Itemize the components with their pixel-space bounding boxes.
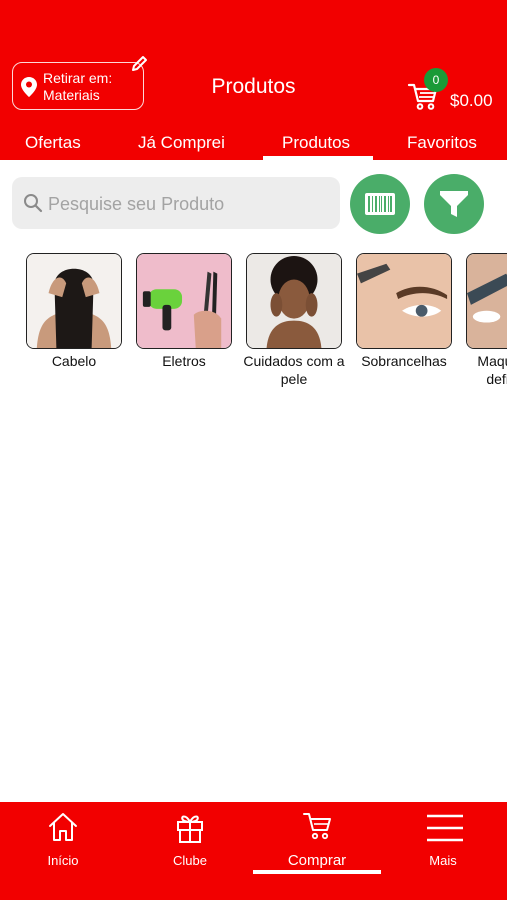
nav-label: Clube: [173, 853, 207, 868]
category-label: Cabelo: [51, 353, 97, 369]
category-label: Sobrancelhas: [361, 353, 447, 369]
hair-photo-icon: [27, 254, 121, 348]
active-tab-indicator: [263, 156, 373, 160]
nav-inicio[interactable]: Início: [3, 802, 123, 900]
nav-comprar[interactable]: Comprar: [257, 802, 377, 900]
skincare-photo-icon: [247, 254, 341, 348]
tab-ja-comprei[interactable]: Já Comprei: [138, 133, 225, 153]
header-bar: Retirar em: Materiais Produtos 0 $0.00 O…: [0, 0, 507, 160]
tab-produtos[interactable]: Produtos: [282, 133, 350, 153]
category-image-cabelo: [26, 253, 122, 349]
nav-mais[interactable]: Mais: [383, 802, 503, 900]
tab-bar: Ofertas Já Comprei Produtos Favoritos: [0, 128, 507, 160]
cart-icon: [303, 813, 331, 840]
nav-clube[interactable]: Clube: [130, 802, 250, 900]
barcode-scan-button[interactable]: [350, 174, 410, 234]
tab-ofertas[interactable]: Ofertas: [25, 133, 81, 153]
cart-total[interactable]: $0.00: [450, 91, 493, 111]
search-bar[interactable]: [12, 177, 340, 231]
menu-icon: [427, 814, 463, 842]
home-icon: [49, 813, 77, 841]
eyebrow-photo-icon: [357, 254, 451, 348]
edit-pencil-icon[interactable]: [130, 55, 148, 73]
category-label: Maquiagem definitiva: [477, 353, 507, 387]
nav-label: Comprar: [287, 852, 347, 869]
category-image-sobrancelhas: [356, 253, 452, 349]
cart-count-badge: 0: [424, 68, 448, 92]
category-label: Cuidados com a pele: [243, 353, 345, 387]
filter-icon: [440, 191, 468, 217]
nav-label: Mais: [429, 853, 457, 868]
hair-dryer-photo-icon: [137, 254, 231, 348]
active-nav-indicator: [253, 870, 381, 874]
category-label: Eletros: [162, 353, 206, 369]
category-image-cuidados-pele: [246, 253, 342, 349]
search-input[interactable]: [46, 177, 338, 231]
nav-label: Início: [47, 853, 79, 868]
category-carousel: Cabelo Eletros Cuidados com a pele Sobra…: [0, 253, 507, 393]
filter-button[interactable]: [424, 174, 484, 234]
gift-icon: [177, 815, 203, 843]
tab-favoritos[interactable]: Favoritos: [407, 133, 477, 153]
bottom-navigation: Início Clube Comprar Mais: [0, 802, 507, 900]
category-image-eletros: [136, 253, 232, 349]
barcode-icon: [365, 193, 395, 215]
search-icon: [24, 194, 43, 213]
makeup-photo-icon: [467, 254, 507, 348]
category-image-maquiagem: [466, 253, 507, 349]
